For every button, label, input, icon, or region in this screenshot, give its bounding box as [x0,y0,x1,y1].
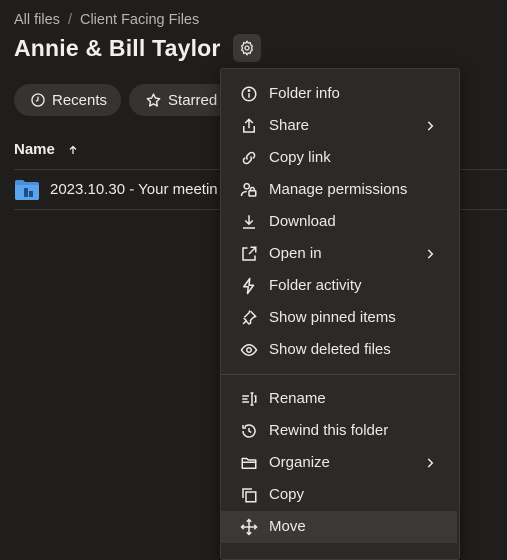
rewind-icon [242,424,256,438]
permissions-icon [240,182,257,197]
organize-icon [241,457,257,469]
folder-settings-button[interactable] [232,34,261,62]
name-column-header[interactable]: Name [14,141,79,158]
starred-chip[interactable]: Starred [129,84,232,116]
menu-item-label: Folder activity [269,277,362,294]
title-row: Annie & Bill Taylor [14,34,261,62]
eye-icon [240,343,258,357]
menu-item-rewind-folder[interactable]: Rewind this folder [221,415,457,447]
shared-folder-icon [15,179,39,200]
menu-item-share[interactable]: Share [221,110,457,142]
star-icon [146,92,161,107]
starred-label: Starred [168,91,218,109]
gear-icon [240,40,253,56]
menu-item-label: Open in [269,245,322,262]
chevron-right-icon [427,458,434,468]
download-icon [243,215,255,229]
menu-item-rename[interactable]: Rename [221,383,457,415]
menu-item-label: Move [269,518,306,535]
menu-item-download[interactable]: Download [221,206,457,238]
menu-item-label: Manage permissions [269,181,408,198]
menu-divider [221,374,457,375]
chevron-right-icon [427,121,434,131]
recents-label: Recents [52,91,108,109]
arrow-up-icon [69,145,77,154]
menu-item-manage-permissions[interactable]: Manage permissions [221,174,457,206]
info-icon [241,86,257,102]
menu-item-label: Rename [269,390,326,407]
menu-item-label: Organize [269,454,330,471]
activity-icon [243,277,255,295]
menu-item-move[interactable]: Move [221,511,457,543]
chevron-right-icon [427,249,434,259]
menu-item-label: Show pinned items [269,309,396,326]
menu-item-folder-activity[interactable]: Folder activity [221,270,457,302]
open-in-icon [242,246,257,261]
page-title: Annie & Bill Taylor [14,34,221,61]
menu-item-label: Rewind this folder [269,422,389,439]
menu-item-show-deleted-files[interactable]: Show deleted files [221,334,457,366]
breadcrumb: All files / Client Facing Files [14,12,199,28]
menu-item-copy[interactable]: Copy [221,479,457,511]
link-icon [242,151,256,165]
menu-item-open-in[interactable]: Open in [221,238,457,270]
menu-item-label: Download [269,213,336,230]
menu-item-folder-info[interactable]: Folder info [221,78,457,110]
share-icon [243,118,255,133]
menu-item-organize[interactable]: Organize [221,447,457,479]
menu-item-label: Show deleted files [269,341,391,358]
filter-chips: Recents Starred [14,84,232,116]
context-menu: Folder info Share Copy link Manage permi… [220,68,460,560]
name-header-label: Name [14,141,55,158]
breadcrumb-current[interactable]: Client Facing Files [80,12,199,28]
menu-item-label: Folder info [269,85,340,102]
recents-chip[interactable]: Recents [14,84,122,116]
move-icon [240,518,258,536]
rename-icon [242,392,257,406]
copy-icon [242,488,257,503]
pin-icon [242,310,257,325]
file-name: 2023.10.30 - Your meetin [50,181,218,198]
menu-item-label: Copy [269,486,305,503]
breadcrumb-separator: / [67,12,72,28]
clock-icon [31,93,45,107]
menu-item-show-pinned-items[interactable]: Show pinned items [221,302,457,334]
menu-item-label: Share [269,117,310,134]
menu-item-label: Copy link [269,149,331,166]
menu-item-copy-link[interactable]: Copy link [221,142,457,174]
breadcrumb-root[interactable]: All files [14,12,60,28]
